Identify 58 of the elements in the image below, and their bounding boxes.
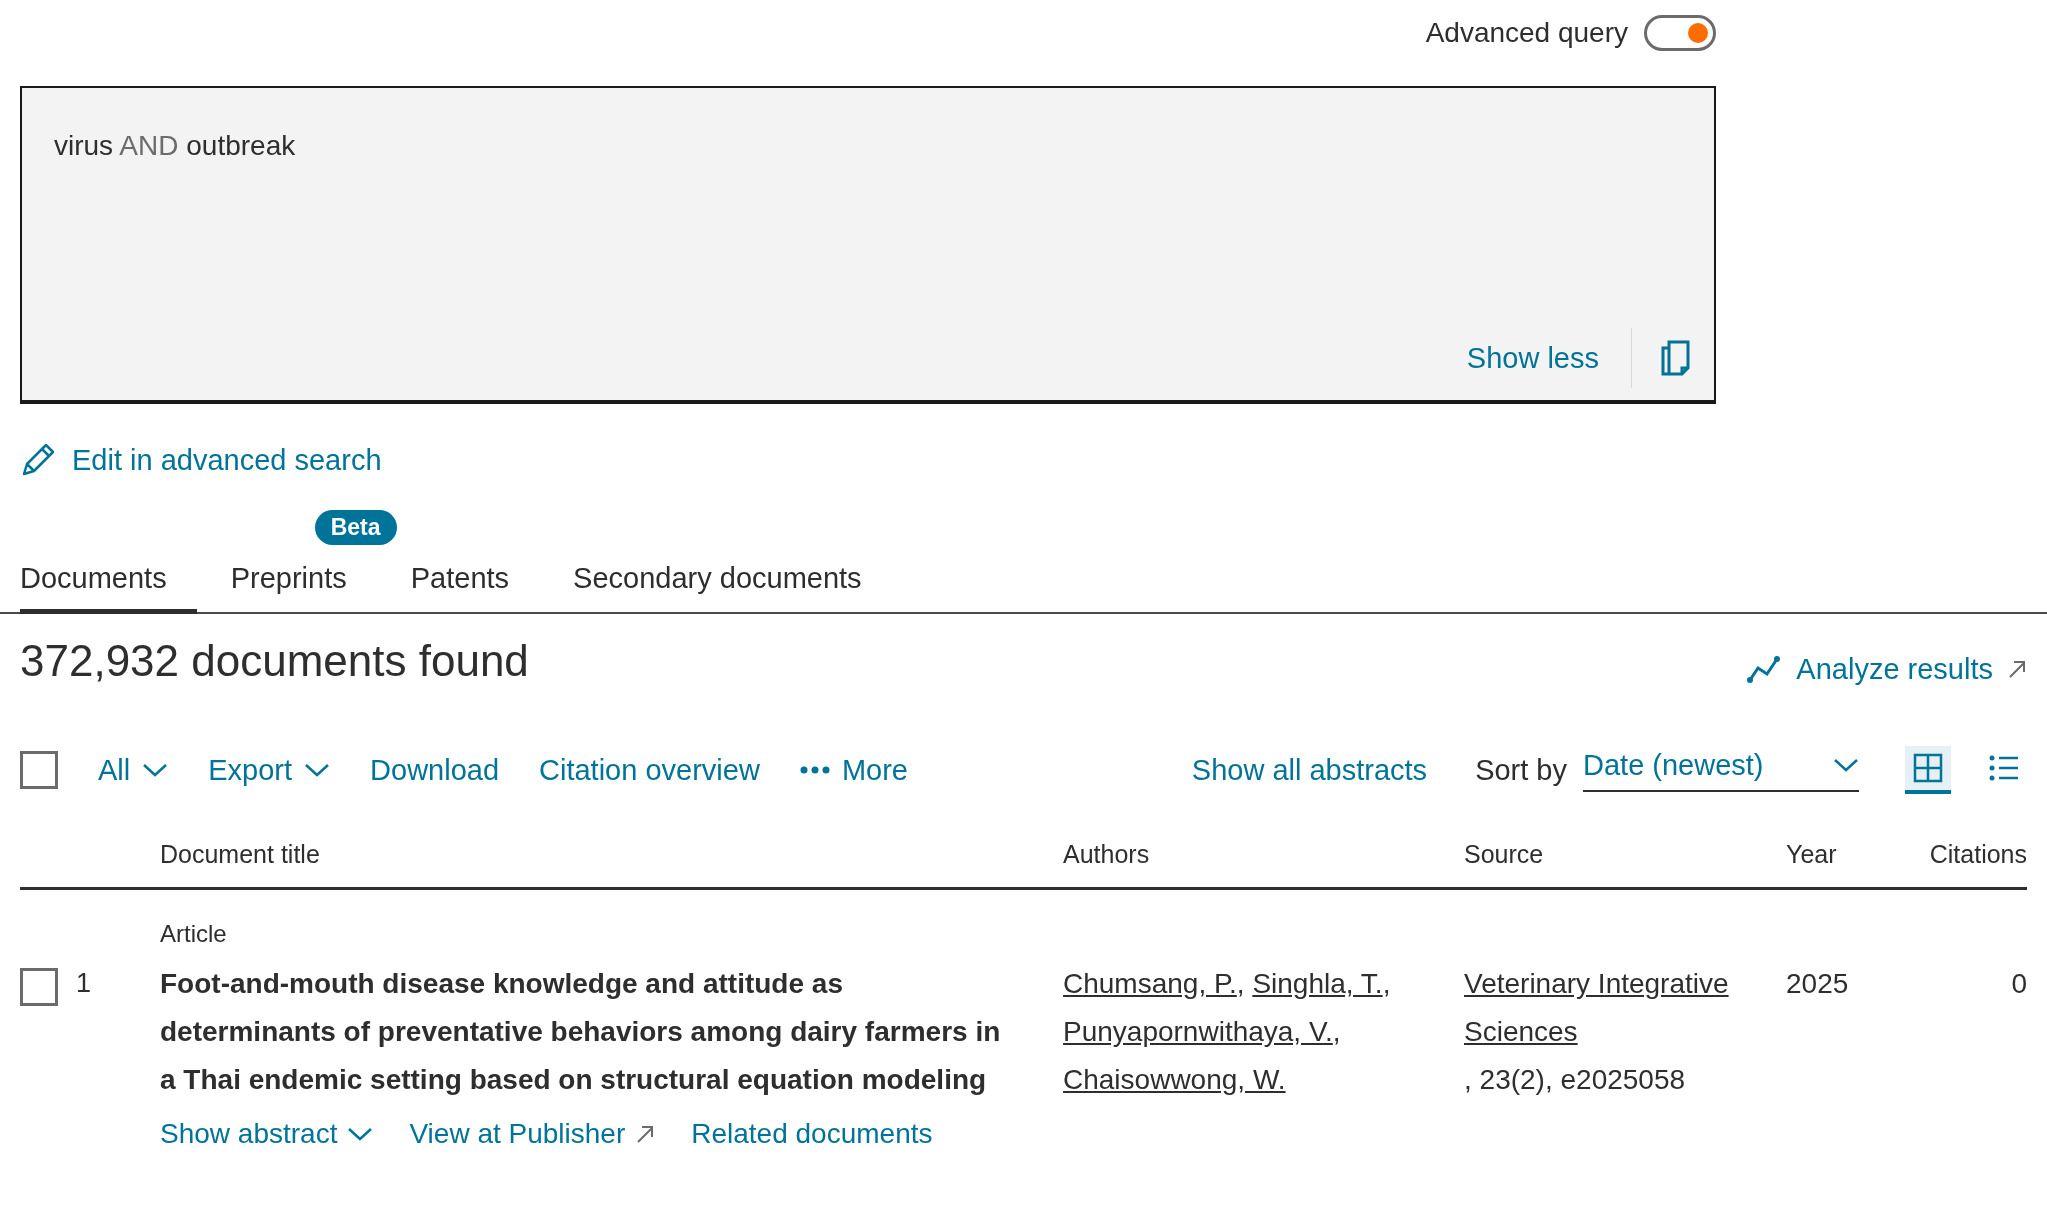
publisher-link[interactable]: View at Publisher <box>409 1118 626 1150</box>
chevron-down-icon <box>142 762 169 778</box>
external-link-icon <box>635 1124 656 1144</box>
toolbar-link[interactable]: Download <box>370 753 500 787</box>
more-button[interactable]: More <box>841 753 908 787</box>
document-title[interactable]: Foot-and-mouth disease knowledge and attitude as determinants of preventative behaviors among dairy farmers in a Thai endemic setting based on structural equation modeling <box>160 960 1063 1104</box>
sort-label: Sort by <box>1475 753 1567 787</box>
beta-badge: Beta <box>314 510 397 545</box>
chevron-down-icon <box>304 762 331 778</box>
sort-dropdown[interactable]: Date (newest) <box>1583 748 1859 792</box>
line-chart-icon <box>1746 654 1783 684</box>
author-link[interactable]: Punyapornwithaya, V. <box>1063 1016 1333 1047</box>
row-checkbox[interactable] <box>20 968 58 1006</box>
results-count: 372,932 documents found <box>20 636 529 686</box>
separator: , <box>1382 968 1391 999</box>
source-details: , 23(2), e2025058 <box>1464 1064 1686 1095</box>
year-cell-text: 2025 <box>1786 967 1850 1001</box>
list-icon <box>1989 755 2019 781</box>
source-link[interactable]: Veterinary Integrative Sciences <box>1464 960 1766 1056</box>
copy-icon[interactable] <box>1660 340 1692 376</box>
chevron-down-icon <box>347 1126 374 1142</box>
external-link-icon <box>2007 659 2027 679</box>
chevron-down-icon <box>1833 757 1859 773</box>
more-icon[interactable] <box>799 766 830 774</box>
related-documents-link[interactable]: Related documents <box>691 1118 933 1150</box>
column-header: Document title <box>160 840 1063 890</box>
toggle-label: Advanced query <box>1425 17 1628 49</box>
tab[interactable]: Preprints <box>230 562 347 614</box>
column-header: Year <box>1786 840 1886 890</box>
separator: , <box>1236 968 1245 999</box>
separator: , <box>1332 1016 1341 1047</box>
row-number: 1 <box>76 968 92 999</box>
show-abstract-link[interactable]: Show abstract <box>160 1118 338 1150</box>
select-all-checkbox[interactable] <box>20 751 58 789</box>
grid-view-button[interactable] <box>1905 746 1951 794</box>
column-header: Source <box>1464 840 1786 890</box>
tab[interactable]: Secondary documents <box>573 562 862 614</box>
column-header: Authors <box>1063 840 1464 890</box>
query-box[interactable]: virus AND outbreak Show less <box>20 86 1716 404</box>
citations-cell-text: 0 <box>2010 967 2027 1001</box>
document-type: Article <box>160 919 228 949</box>
show-all-abstracts-link[interactable]: Show all abstracts <box>1191 753 1428 787</box>
query-text: virus AND outbreak <box>54 130 297 162</box>
tab[interactable]: Patents <box>410 562 510 614</box>
toolbar-link[interactable]: Citation overview <box>539 753 760 787</box>
author-link[interactable]: Singhla, T. <box>1252 968 1383 999</box>
advanced-query-toggle[interactable] <box>1644 15 1716 51</box>
tab[interactable]: Documents <box>20 562 197 614</box>
author-link[interactable]: Chumsang, P. <box>1063 968 1237 999</box>
show-less-link[interactable]: Show less <box>1466 341 1599 375</box>
edit-advanced-search-link[interactable]: Edit in advanced search <box>72 443 382 477</box>
grid-icon <box>1913 753 1943 783</box>
dropdown-button[interactable]: All <box>98 753 131 787</box>
author-link[interactable]: Chaisowwong, W. <box>1063 1064 1286 1095</box>
dropdown-button[interactable]: Export <box>208 753 293 787</box>
analyze-results-link[interactable]: Analyze results <box>1796 652 1993 686</box>
pencil-icon <box>20 442 56 478</box>
column-header: Citations <box>1886 840 2027 890</box>
